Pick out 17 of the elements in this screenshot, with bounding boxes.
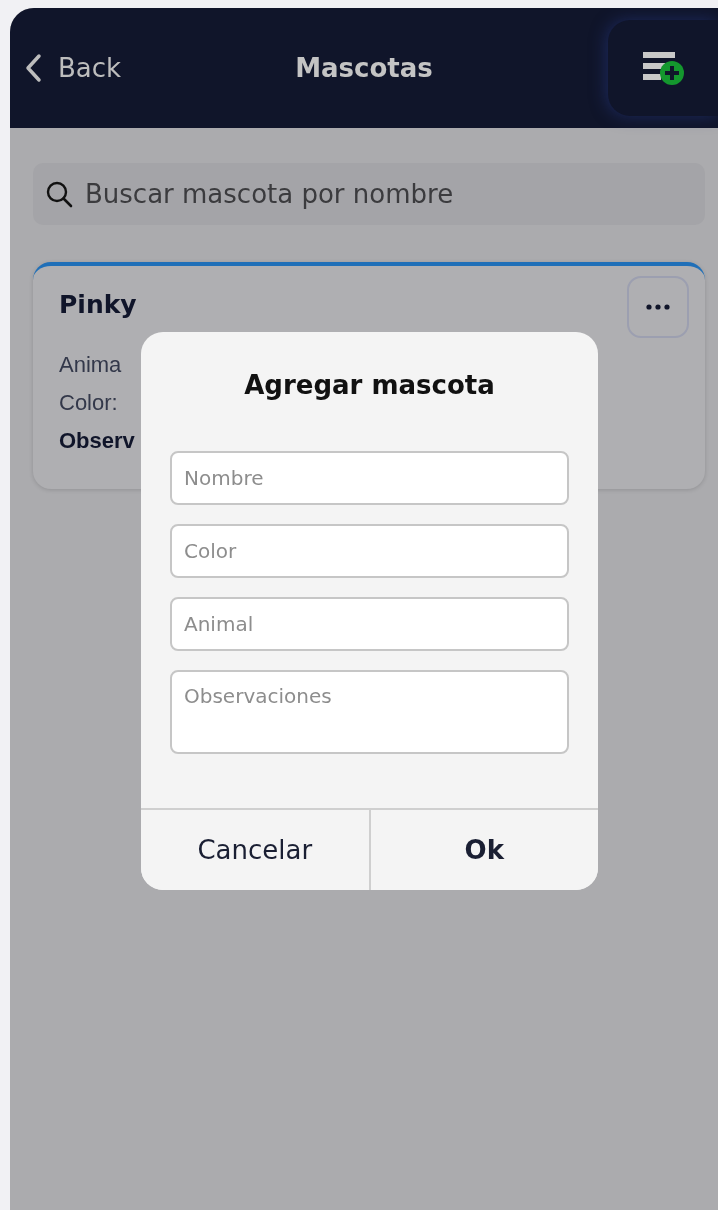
search-field[interactable]: Buscar mascota por nombre [33,163,705,225]
back-button[interactable]: Back [24,53,122,83]
input-field[interactable]: Animal [170,597,569,651]
input-field[interactable]: Observaciones [170,670,569,754]
back-icon [24,53,42,83]
screen-title: Mascotas [295,53,433,83]
pet-name: Pinky [59,290,137,319]
input-field[interactable]: Color [170,524,569,578]
pet-detail: Color: [59,389,118,417]
dialog-title: Agregar mascota [243,370,496,400]
more-icon [646,304,670,310]
pet-detail: Observ [59,427,135,455]
pet-detail: Anima [59,351,122,379]
search-icon [45,180,73,208]
input-field[interactable]: Nombre [170,451,569,505]
ok-button[interactable]: Ok [368,810,598,890]
add-pet-button[interactable] [608,20,718,116]
